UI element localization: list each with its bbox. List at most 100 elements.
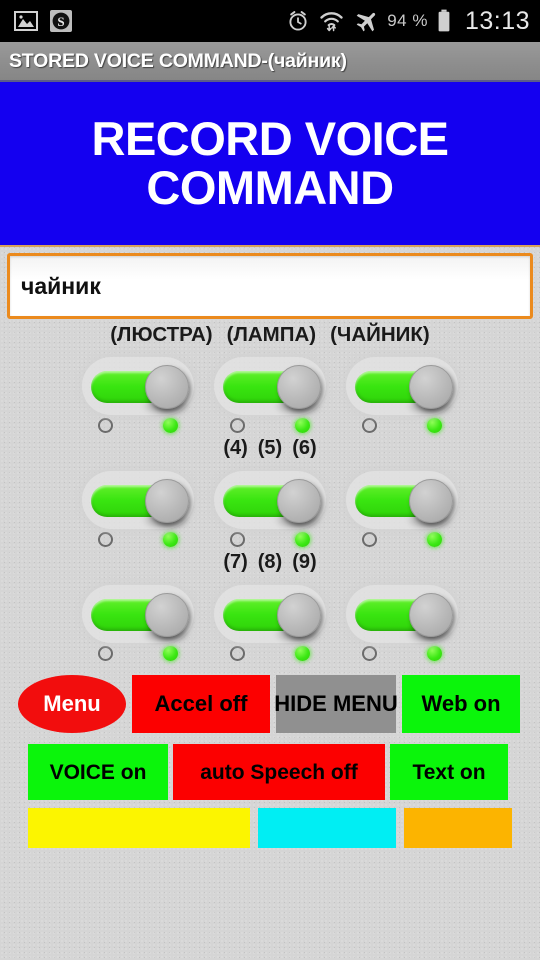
cyan-button[interactable] (258, 808, 396, 848)
switch-leds-9 (346, 646, 458, 661)
switch-row-3 (0, 585, 540, 661)
switch-cell-9 (343, 585, 461, 661)
led-on-indicator (295, 532, 310, 547)
status-bar-right-icons: 94 % 13:13 (286, 7, 530, 36)
led-on-indicator (295, 418, 310, 433)
switch-row-2 (0, 471, 540, 547)
orange-button[interactable] (404, 808, 512, 848)
button-row-primary: Menu Accel off HIDE MENU Web on (0, 673, 540, 735)
switch-label-8: (8) (257, 551, 283, 573)
switch-knob[interactable] (409, 479, 453, 523)
led-on-indicator (295, 646, 310, 661)
switch-lyustra[interactable] (82, 357, 194, 417)
svg-text:S: S (57, 14, 64, 29)
switch-row-1 (0, 357, 540, 433)
hide-menu-button[interactable]: HIDE MENU (274, 675, 398, 733)
voice-toggle-button[interactable]: VOICE on (28, 744, 168, 800)
switch-knob[interactable] (277, 479, 321, 523)
led-off-indicator (98, 646, 113, 661)
voice-command-input[interactable]: чайник (7, 253, 533, 319)
led-off-indicator (98, 532, 113, 547)
switch-cell-4 (79, 471, 197, 547)
switch-knob[interactable] (277, 365, 321, 409)
led-off-indicator (362, 418, 377, 433)
led-on-indicator (427, 532, 442, 547)
battery-percent-label: 94 % (387, 11, 428, 30)
switch-cell-6 (343, 471, 461, 547)
airplane-mode-icon (353, 9, 378, 33)
switch-section-1: (ЛЮСТРА) (ЛАМПА) (ЧАЙНИК) (0, 323, 540, 433)
switch-leds-4 (82, 532, 194, 547)
switch-knob[interactable] (277, 593, 321, 637)
led-off-indicator (98, 418, 113, 433)
led-on-indicator (163, 418, 178, 433)
web-toggle-button[interactable]: Web on (402, 675, 520, 733)
image-icon (14, 11, 38, 31)
switch-5[interactable] (214, 471, 326, 531)
switch-leds-5 (214, 532, 326, 547)
status-bar: S 94 % 13:13 (0, 0, 540, 42)
led-off-indicator (230, 532, 245, 547)
switch-section-2-labels: (4) (5) (6) (0, 437, 540, 467)
switch-label-chaynik: (ЧАЙНИК) (330, 323, 430, 346)
switch-section-3-labels: (7) (8) (9) (0, 551, 540, 581)
switch-section-2: (4) (5) (6) (0, 437, 540, 547)
switch-label-6: (6) (292, 437, 317, 459)
switch-leds-lampa (214, 418, 326, 433)
led-off-indicator (362, 646, 377, 661)
switch-cell-7 (79, 585, 197, 661)
switch-lampa[interactable] (214, 357, 326, 417)
wifi-transfer-icon (319, 9, 344, 33)
switch-9[interactable] (346, 585, 458, 645)
switch-knob[interactable] (409, 365, 453, 409)
auto-speech-toggle-button[interactable]: auto Speech off (173, 744, 385, 800)
led-off-indicator (230, 646, 245, 661)
led-off-indicator (362, 532, 377, 547)
led-on-indicator (163, 532, 178, 547)
text-toggle-button[interactable]: Text on (390, 744, 508, 800)
switch-knob[interactable] (145, 365, 189, 409)
switch-knob[interactable] (145, 593, 189, 637)
switch-cell-chaynik (343, 357, 461, 433)
switch-leds-6 (346, 532, 458, 547)
switch-chaynik[interactable] (346, 357, 458, 417)
led-on-indicator (427, 646, 442, 661)
switch-cell-lyustra (79, 357, 197, 433)
led-on-indicator (427, 418, 442, 433)
led-off-indicator (230, 418, 245, 433)
status-bar-clock: 13:13 (464, 6, 530, 35)
switch-leds-lyustra (82, 418, 194, 433)
switch-7[interactable] (82, 585, 194, 645)
switch-section-1-labels: (ЛЮСТРА) (ЛАМПА) (ЧАЙНИК) (0, 323, 540, 353)
switch-leds-chaynik (346, 418, 458, 433)
switch-label-7: (7) (223, 551, 248, 573)
switch-8[interactable] (214, 585, 326, 645)
status-bar-left-icons: S (14, 10, 72, 32)
switch-label-lyustra: (ЛЮСТРА) (110, 323, 213, 346)
switch-label-9: (9) (292, 551, 317, 573)
banner-title: RECORD VOICE COMMAND (91, 112, 450, 214)
switch-4[interactable] (82, 471, 194, 531)
switch-knob[interactable] (409, 593, 453, 637)
switch-knob[interactable] (145, 479, 189, 523)
voice-command-value: чайник (21, 272, 101, 299)
main-content: чайник (ЛЮСТРА) (ЛАМПА) (ЧАЙНИК) (4) (5)… (0, 247, 540, 960)
record-voice-command-banner[interactable]: RECORD VOICE COMMAND (0, 82, 540, 247)
switch-section-3: (7) (8) (9) (0, 551, 540, 661)
switch-cell-lampa (211, 357, 329, 433)
accel-toggle-button[interactable]: Accel off (132, 675, 270, 733)
menu-button[interactable]: Menu (18, 675, 126, 733)
switch-label-5: (5) (257, 437, 283, 459)
switch-cell-8 (211, 585, 329, 661)
switch-leds-7 (82, 646, 194, 661)
battery-icon (437, 9, 451, 33)
switch-label-lampa: (ЛАМПА) (226, 323, 317, 346)
app-root: S 94 % 13:13 STORED VOICE COMMAND-(чайни… (0, 0, 540, 960)
switch-6[interactable] (346, 471, 458, 531)
switch-cell-5 (211, 471, 329, 547)
skype-icon: S (50, 10, 72, 32)
yellow-button[interactable] (28, 808, 250, 848)
button-row-tertiary (0, 808, 540, 848)
switch-leds-8 (214, 646, 326, 661)
voice-field-wrapper: чайник (0, 247, 540, 319)
